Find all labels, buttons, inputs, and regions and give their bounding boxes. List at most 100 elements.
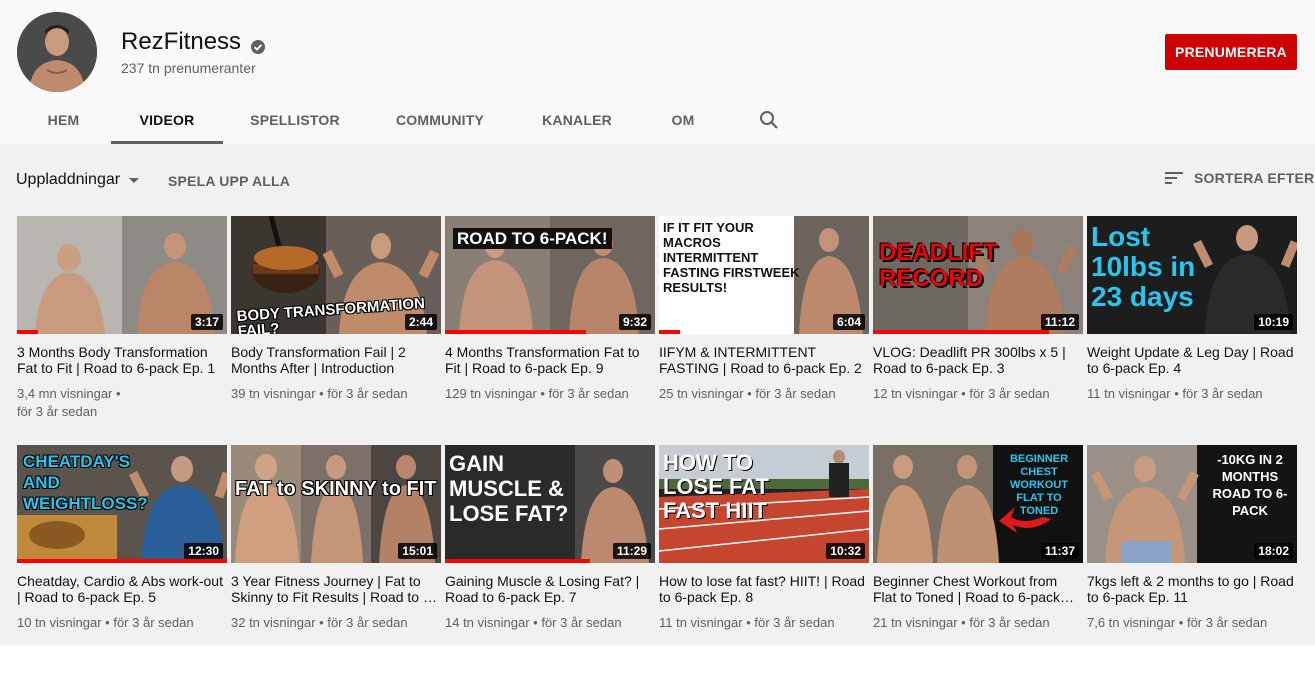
video-duration: 10:19 [1254, 314, 1293, 330]
thumbnail-caption: BEGINNER CHEST WORKOUT FLAT TO TONED [1009, 453, 1069, 517]
video-meta: 32 tn visningar • för 3 år sedan [231, 615, 408, 630]
video-age: för 3 år sedan [969, 386, 1050, 401]
video-age: för 3 år sedan [754, 615, 835, 630]
video-card[interactable]: Lost 10lbs in 23 days 10:19 Weight Updat… [1087, 216, 1297, 403]
video-thumbnail[interactable]: HOW TO LOSE FAT FAST HIIT 10:32 [659, 445, 869, 563]
video-card[interactable]: 3:17 3 Months Body Transformation Fat to… [17, 216, 227, 421]
tab-about[interactable]: OM [641, 96, 725, 144]
video-title[interactable]: 7kgs left & 2 months to go | Road to 6-p… [1087, 573, 1297, 605]
video-title[interactable]: 3 Months Body Transformation Fat to Fit … [17, 344, 227, 376]
tab-home[interactable]: HEM [16, 96, 111, 144]
tab-playlists[interactable]: SPELLISTOR [223, 96, 367, 144]
video-views: 32 tn visningar [231, 615, 316, 630]
watch-progress-bar [659, 330, 680, 334]
video-meta: 129 tn visningar • för 3 år sedan [445, 386, 629, 401]
watch-progress-bar [17, 330, 38, 334]
video-thumbnail[interactable]: -10KG IN 2 MONTHS ROAD TO 6-PACK 18:02 [1087, 445, 1297, 563]
channel-title[interactable]: RezFitness [121, 28, 266, 56]
video-thumbnail[interactable]: GAIN MUSCLE & LOSE FAT? 11:29 [445, 445, 655, 563]
video-title[interactable]: VLOG: Deadlift PR 300lbs x 5 | Road to 6… [873, 344, 1083, 376]
uploads-label: Uppladdningar [16, 171, 121, 188]
search-icon[interactable] [757, 108, 781, 132]
video-views: 11 tn visningar [659, 615, 743, 630]
video-age: för 3 år sedan [327, 386, 408, 401]
sort-icon [1165, 172, 1183, 184]
video-duration: 2:44 [404, 314, 437, 330]
watch-progress-bar [445, 330, 586, 334]
video-views: 25 tn visningar [659, 386, 744, 401]
video-title[interactable]: IIFYM & INTERMITTENT FASTING | Road to 6… [659, 344, 869, 376]
page-footer-area [0, 645, 1315, 685]
video-meta: 25 tn visningar • för 3 år sedan [659, 386, 836, 401]
video-title[interactable]: Weight Update & Leg Day | Road to 6-pack… [1087, 344, 1297, 376]
thumbnail-caption: HOW TO LOSE FAT FAST HIIT [663, 450, 769, 523]
video-duration: 12:30 [184, 543, 223, 559]
video-card[interactable]: BEGINNER CHEST WORKOUT FLAT TO TONED 11:… [873, 445, 1083, 632]
video-card[interactable]: ROAD TO 6-PACK! 9:32 4 Months Transforma… [445, 216, 655, 403]
sort-button[interactable]: SORTERA EFTER [1164, 170, 1314, 186]
watch-progress-bar [17, 559, 227, 563]
subscriber-count: 237 tn prenumeranter [121, 60, 256, 76]
video-title[interactable]: 3 Year Fitness Journey | Fat to Skinny t… [231, 573, 441, 605]
video-age: för 3 år sedan [755, 386, 836, 401]
video-card[interactable]: CHEATDAY'S AND WEIGHTLOSS? 12:30 Cheatda… [17, 445, 227, 632]
video-meta: 10 tn visningar • för 3 år sedan [17, 615, 194, 630]
video-meta: 7,6 tn visningar • för 3 år sedan [1087, 615, 1268, 630]
thumbnail-caption: ROAD TO 6-PACK! [453, 228, 612, 249]
video-thumbnail[interactable]: BODY TRANSFORMATION FAIL? 2:44 [231, 216, 441, 334]
play-all-button[interactable]: SPELA UPP ALLA [168, 173, 290, 189]
video-views: 14 tn visningar [445, 615, 530, 630]
video-meta: 12 tn visningar • för 3 år sedan [873, 386, 1050, 401]
video-thumbnail[interactable]: Lost 10lbs in 23 days 10:19 [1087, 216, 1297, 334]
video-duration: 11:12 [1040, 314, 1079, 330]
video-views: 3,4 mn visningar [17, 386, 113, 401]
video-meta: 3,4 mn visningar • för 3 år sedan [17, 386, 121, 419]
tab-channels[interactable]: KANALER [513, 96, 641, 144]
thumbnail-caption: -10KG IN 2 MONTHS ROAD TO 6-PACK [1212, 452, 1288, 518]
video-thumbnail[interactable]: ROAD TO 6-PACK! 9:32 [445, 216, 655, 334]
video-card[interactable]: BODY TRANSFORMATION FAIL? 2:44 Body Tran… [231, 216, 441, 403]
video-duration: 3:17 [190, 314, 223, 330]
video-views: 7,6 tn visningar [1087, 615, 1176, 630]
video-title[interactable]: Beginner Chest Workout from Flat to Tone… [873, 573, 1083, 605]
video-card[interactable]: HOW TO LOSE FAT FAST HIIT 10:32 How to l… [659, 445, 869, 632]
video-card[interactable]: FAT to SKINNY to FIT 15:01 3 Year Fitnes… [231, 445, 441, 632]
video-thumbnail[interactable]: FAT to SKINNY to FIT 15:01 [231, 445, 441, 563]
video-thumbnail[interactable]: 3:17 [17, 216, 227, 334]
video-age: för 3 år sedan [1186, 615, 1268, 630]
video-age: för 3 år sedan [327, 615, 408, 630]
subscribe-button[interactable]: PRENUMERERA [1165, 34, 1297, 70]
video-duration: 6:04 [832, 314, 865, 330]
verified-check-icon [250, 34, 266, 54]
channel-avatar[interactable] [17, 12, 97, 92]
video-card[interactable]: DEADLIFT RECORD 11:12 VLOG: Deadlift PR … [873, 216, 1083, 403]
video-duration: 9:32 [618, 314, 651, 330]
video-meta: 11 tn visningar • för 3 år sedan [659, 615, 835, 630]
video-title[interactable]: 4 Months Transformation Fat to Fit | Roa… [445, 344, 655, 376]
thumbnail-caption: IF IT FIT YOUR MACROS INTERMITTENT FASTI… [663, 220, 800, 295]
video-views: 10 tn visningar [17, 615, 102, 630]
video-title[interactable]: How to lose fat fast? HIIT! | Road to 6-… [659, 573, 869, 605]
video-card[interactable]: -10KG IN 2 MONTHS ROAD TO 6-PACK 18:02 7… [1087, 445, 1297, 632]
video-meta: 39 tn visningar • för 3 år sedan [231, 386, 408, 401]
video-thumbnail[interactable]: IF IT FIT YOUR MACROS INTERMITTENT FASTI… [659, 216, 869, 334]
sort-label: SORTERA EFTER [1194, 170, 1315, 186]
video-card[interactable]: GAIN MUSCLE & LOSE FAT? 11:29 Gaining Mu… [445, 445, 655, 632]
video-title[interactable]: Gaining Muscle & Losing Fat? | Road to 6… [445, 573, 655, 605]
tab-videos[interactable]: VIDEOR [111, 96, 223, 144]
video-thumbnail[interactable]: BEGINNER CHEST WORKOUT FLAT TO TONED 11:… [873, 445, 1083, 563]
video-age: för 3 år sedan [969, 615, 1050, 630]
video-thumbnail[interactable]: CHEATDAY'S AND WEIGHTLOSS? 12:30 [17, 445, 227, 563]
video-thumbnail[interactable]: DEADLIFT RECORD 11:12 [873, 216, 1083, 334]
uploads-dropdown[interactable]: Uppladdningar [16, 171, 140, 189]
video-title[interactable]: Cheatday, Cardio & Abs work-out | Road t… [17, 573, 227, 605]
tab-community[interactable]: COMMUNITY [367, 96, 513, 144]
video-meta: 11 tn visningar • för 3 år sedan [1087, 386, 1263, 401]
channel-name[interactable]: RezFitness [121, 28, 241, 56]
video-views: 21 tn visningar [873, 615, 958, 630]
video-title[interactable]: Body Transformation Fail | 2 Months Afte… [231, 344, 441, 376]
thumbnail-caption: DEADLIFT RECORD [879, 239, 998, 292]
video-age: för 3 år sedan [17, 404, 98, 419]
video-card[interactable]: IF IT FIT YOUR MACROS INTERMITTENT FASTI… [659, 216, 869, 403]
caret-down-icon [129, 177, 140, 183]
